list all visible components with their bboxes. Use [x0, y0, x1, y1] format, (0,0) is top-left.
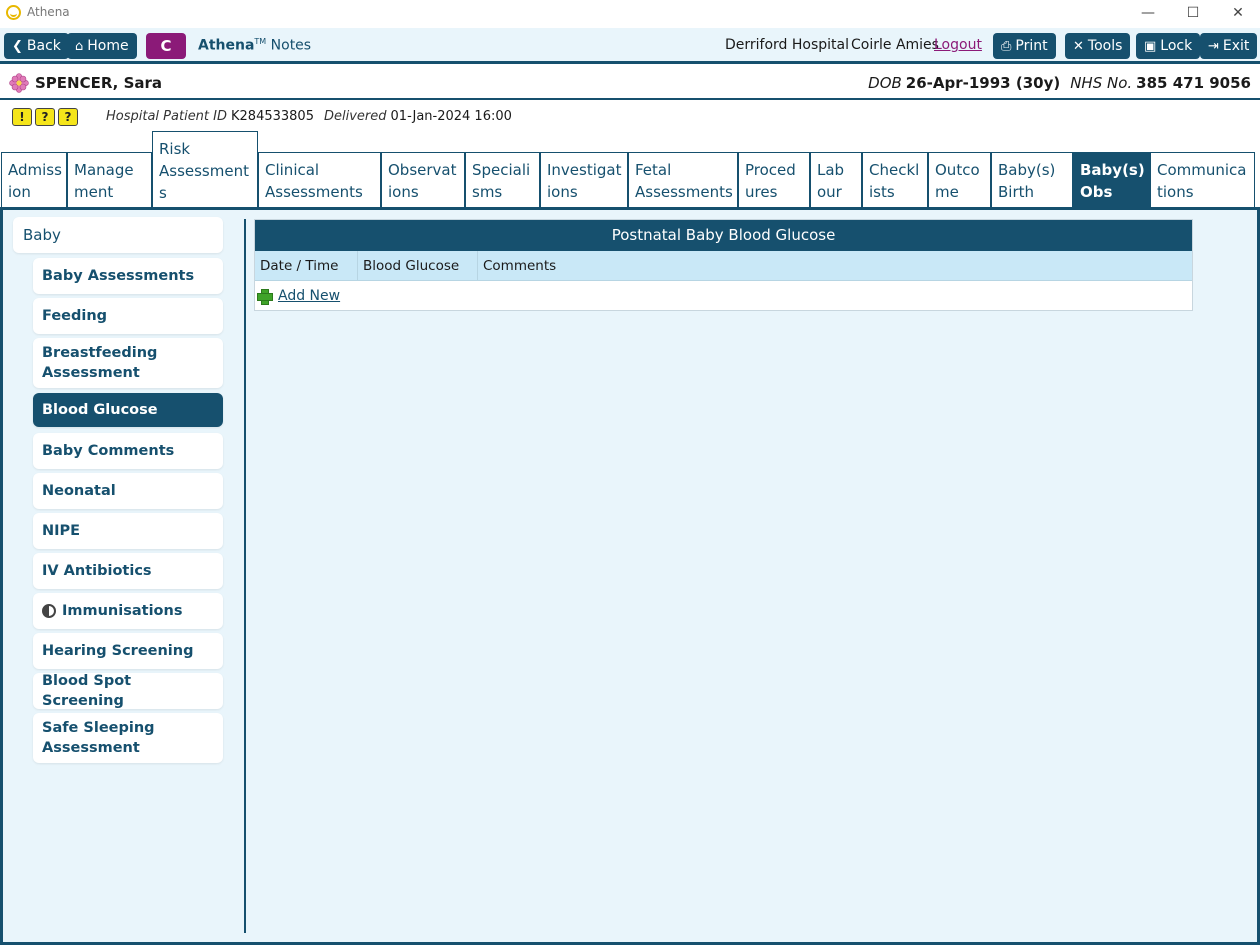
- tab-specialisms[interactable]: Speciali sms: [465, 152, 540, 207]
- tab-labour[interactable]: Lab our: [810, 152, 862, 207]
- lock-icon: ▣: [1144, 39, 1157, 54]
- hospital-name: Derriford Hospital: [725, 37, 850, 53]
- column-comments[interactable]: Comments: [478, 251, 1192, 280]
- tab-babys-obs[interactable]: Baby(s) Obs: [1073, 152, 1150, 207]
- printer-icon: ⎙: [1001, 39, 1012, 54]
- tab-procedures[interactable]: Proced ures: [738, 152, 810, 207]
- sidebar-item-nipe[interactable]: NIPE: [33, 513, 223, 549]
- alert-list-icon[interactable]: !: [12, 108, 32, 126]
- add-plus-icon[interactable]: [257, 288, 273, 305]
- patient-name: SPENCER, Sara: [35, 74, 163, 92]
- tools-icon: ✕: [1073, 39, 1084, 54]
- nhs-label: NHS No.: [1070, 74, 1133, 92]
- tab-risk-assessments[interactable]: Risk Assessment s: [152, 131, 258, 207]
- tab-observations[interactable]: Observat ions: [381, 152, 465, 207]
- exit-icon: ⇥: [1208, 39, 1219, 54]
- lock-button[interactable]: ▣ Lock: [1136, 33, 1201, 59]
- back-button[interactable]: ❮ Back: [4, 33, 69, 59]
- sidebar-item-baby-assessments[interactable]: Baby Assessments: [33, 258, 223, 294]
- add-new-link[interactable]: Add New: [278, 288, 340, 304]
- tab-checklists[interactable]: Checkl ists: [862, 152, 928, 207]
- close-window-button[interactable]: ✕: [1215, 2, 1260, 24]
- chevron-left-icon: ❮: [12, 39, 23, 54]
- window-title-bar: Athena — ☐ ✕: [0, 0, 1260, 26]
- alert-question-icon[interactable]: ?: [35, 108, 55, 126]
- half-circle-icon: [42, 604, 56, 618]
- sidebar-item-immunisations[interactable]: Immunisations: [33, 593, 223, 629]
- exit-button[interactable]: ⇥ Exit: [1200, 33, 1258, 59]
- tab-babys-birth[interactable]: Baby(s) Birth: [991, 152, 1073, 207]
- home-button[interactable]: ⌂ Home: [67, 33, 137, 59]
- tools-button[interactable]: ✕ Tools: [1065, 33, 1131, 59]
- nhs-value: 385 471 9056: [1136, 74, 1251, 92]
- patient-demographics: DOB 26-Apr-1993 (30y) NHS No. 385 471 9056: [868, 74, 1251, 92]
- column-date-time[interactable]: Date / Time: [255, 251, 358, 280]
- hospital-patient-id: Hospital Patient ID K284533805: [106, 109, 314, 124]
- table-title: Postnatal Baby Blood Glucose: [255, 220, 1192, 251]
- table-header-row: Date / Time Blood Glucose Comments: [255, 251, 1192, 281]
- tab-investigations[interactable]: Investigat ions: [540, 152, 628, 207]
- sidebar-divider: [244, 219, 246, 933]
- dob-label: DOB: [868, 74, 902, 92]
- main-toolbar: ❮ Back ⌂ Home C AthenaTM Notes Derriford H…: [0, 28, 1260, 64]
- sidebar-heading-baby[interactable]: Baby: [13, 217, 223, 253]
- blood-glucose-table: Postnatal Baby Blood Glucose Date / Time…: [254, 219, 1193, 311]
- sidebar-item-hearing-screening[interactable]: Hearing Screening: [33, 633, 223, 669]
- patient-banner: SPENCER, Sara DOB 26-Apr-1993 (30y) NHS No…: [0, 67, 1260, 100]
- delivered-date: Delivered 01-Jan-2024 16:00: [324, 109, 512, 124]
- window-title: Athena: [27, 5, 70, 19]
- tab-outcome[interactable]: Outco me: [928, 152, 991, 207]
- athena-logo-icon: [6, 5, 21, 20]
- sidebar-item-iv-antibiotics[interactable]: IV Antibiotics: [33, 553, 223, 589]
- sidebar-item-neonatal[interactable]: Neonatal: [33, 473, 223, 509]
- flower-icon: [9, 73, 29, 93]
- sidebar-item-blood-glucose[interactable]: Blood Glucose: [33, 393, 223, 427]
- tab-admission[interactable]: Admiss ion: [1, 152, 67, 207]
- dob-value: 26-Apr-1993 (30y): [905, 74, 1061, 92]
- sidebar-item-baby-comments[interactable]: Baby Comments: [33, 433, 223, 469]
- maximize-button[interactable]: ☐: [1170, 2, 1216, 24]
- tab-clinical-assessments[interactable]: Clinical Assessments: [258, 152, 381, 207]
- tab-communications[interactable]: Communica tions: [1150, 152, 1255, 207]
- alert-question-icon[interactable]: ?: [58, 108, 78, 126]
- app-name: AthenaTM Notes: [198, 37, 312, 54]
- tab-management[interactable]: Manage ment: [67, 152, 152, 207]
- sidebar-item-safe-sleeping-assessment[interactable]: Safe Sleeping Assessment: [33, 713, 223, 763]
- logout-link[interactable]: Logout: [934, 37, 982, 53]
- sidebar-item-feeding[interactable]: Feeding: [33, 298, 223, 334]
- add-new-row: Add New: [255, 281, 1192, 310]
- tab-fetal-assessments[interactable]: Fetal Assessments: [628, 152, 738, 207]
- section-tabs: Admiss ion Manage ment Risk Assessment s…: [0, 130, 1260, 207]
- column-blood-glucose[interactable]: Blood Glucose: [358, 251, 478, 280]
- user-name: Coirle Amies: [851, 37, 939, 53]
- sidebar-item-blood-spot-screening[interactable]: Blood Spot Screening: [33, 673, 223, 709]
- home-icon: ⌂: [75, 39, 84, 54]
- print-button[interactable]: ⎙ Print: [993, 33, 1056, 59]
- minimize-button[interactable]: —: [1125, 2, 1171, 24]
- main-panel: Baby Baby Assessments Feeding Breastfeed…: [0, 207, 1260, 945]
- c-badge-button[interactable]: C: [146, 33, 186, 59]
- sidebar-item-breastfeeding-assessment[interactable]: Breastfeeding Assessment: [33, 338, 223, 388]
